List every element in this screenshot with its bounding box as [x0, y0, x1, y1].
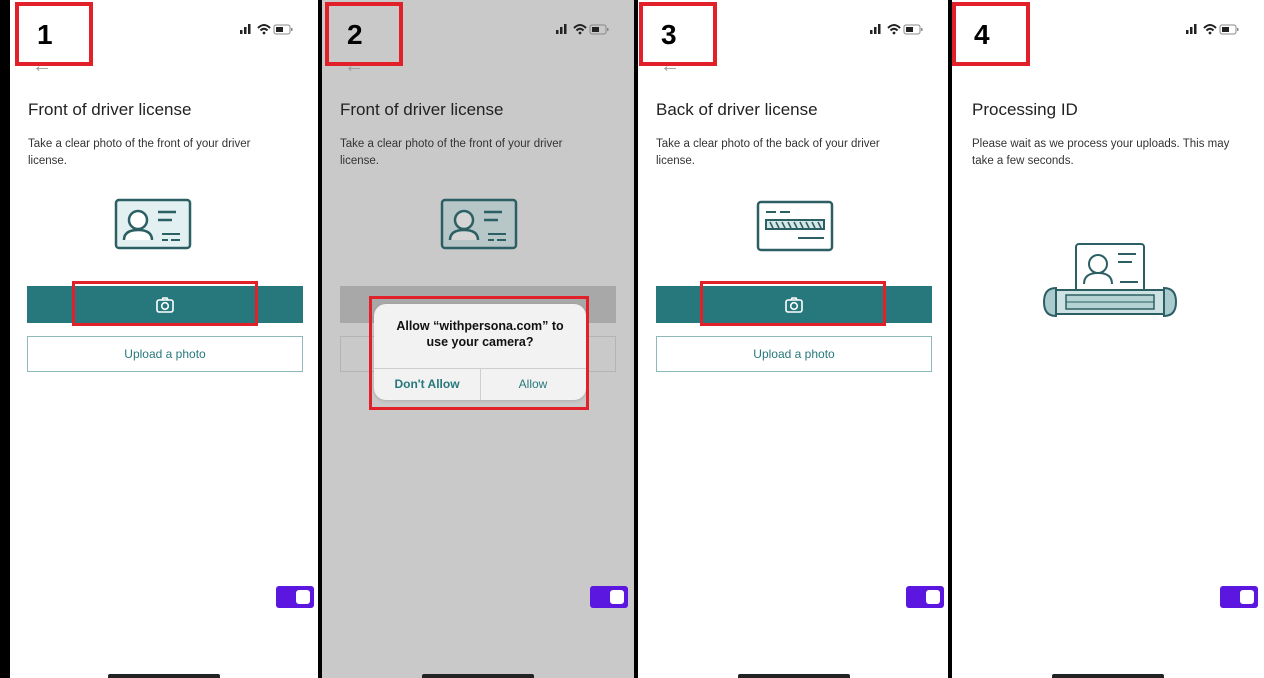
page-description: Please wait as we process your uploads. … [972, 138, 1230, 167]
home-indicator [1052, 674, 1164, 678]
status-bar-icons [1186, 22, 1242, 36]
step-badge: 4 [952, 2, 1030, 66]
page-description: Take a clear photo of the back of your d… [656, 138, 880, 167]
id-card-front-icon [114, 198, 192, 250]
status-bar-icons [240, 22, 296, 36]
step-badge: 3 [639, 2, 717, 66]
upload-photo-button[interactable]: Upload a photo [27, 336, 303, 372]
home-indicator [108, 674, 220, 678]
theme-toggle[interactable] [906, 586, 944, 608]
screen-camera-permission: ← Front of driver license Take a clear p… [322, 0, 634, 678]
step-number: 2 [347, 19, 363, 50]
status-bar-icons [556, 22, 612, 36]
id-card-back-icon [756, 200, 834, 252]
step-number: 1 [37, 19, 53, 50]
home-indicator [422, 674, 534, 678]
page-title: Front of driver license [340, 100, 504, 119]
home-indicator [738, 674, 850, 678]
id-card-front-icon [440, 198, 518, 250]
id-scanner-icon [1040, 240, 1180, 320]
highlight-box [72, 281, 258, 326]
highlight-box [700, 281, 886, 326]
page-description: Take a clear photo of the front of your … [28, 138, 251, 167]
theme-toggle[interactable] [1220, 586, 1258, 608]
status-bar-icons [870, 22, 926, 36]
page-title: Front of driver license [28, 100, 192, 119]
step-badge: 2 [325, 2, 403, 66]
screen-front-license: ← Front of driver license Take a clear p… [10, 0, 318, 678]
page-description: Take a clear photo of the front of your … [340, 138, 563, 167]
theme-toggle[interactable] [590, 586, 628, 608]
step-number: 4 [974, 19, 990, 50]
step-number: 3 [661, 19, 677, 50]
highlight-box [369, 296, 589, 410]
step-badge: 1 [15, 2, 93, 66]
screen-back-license: ← Back of driver license Take a clear ph… [638, 0, 948, 678]
page-title: Processing ID [972, 100, 1078, 119]
screen-processing-id: Processing ID Please wait as we process … [952, 0, 1264, 678]
page-title: Back of driver license [656, 100, 818, 119]
theme-toggle[interactable] [276, 586, 314, 608]
upload-photo-button[interactable]: Upload a photo [656, 336, 932, 372]
